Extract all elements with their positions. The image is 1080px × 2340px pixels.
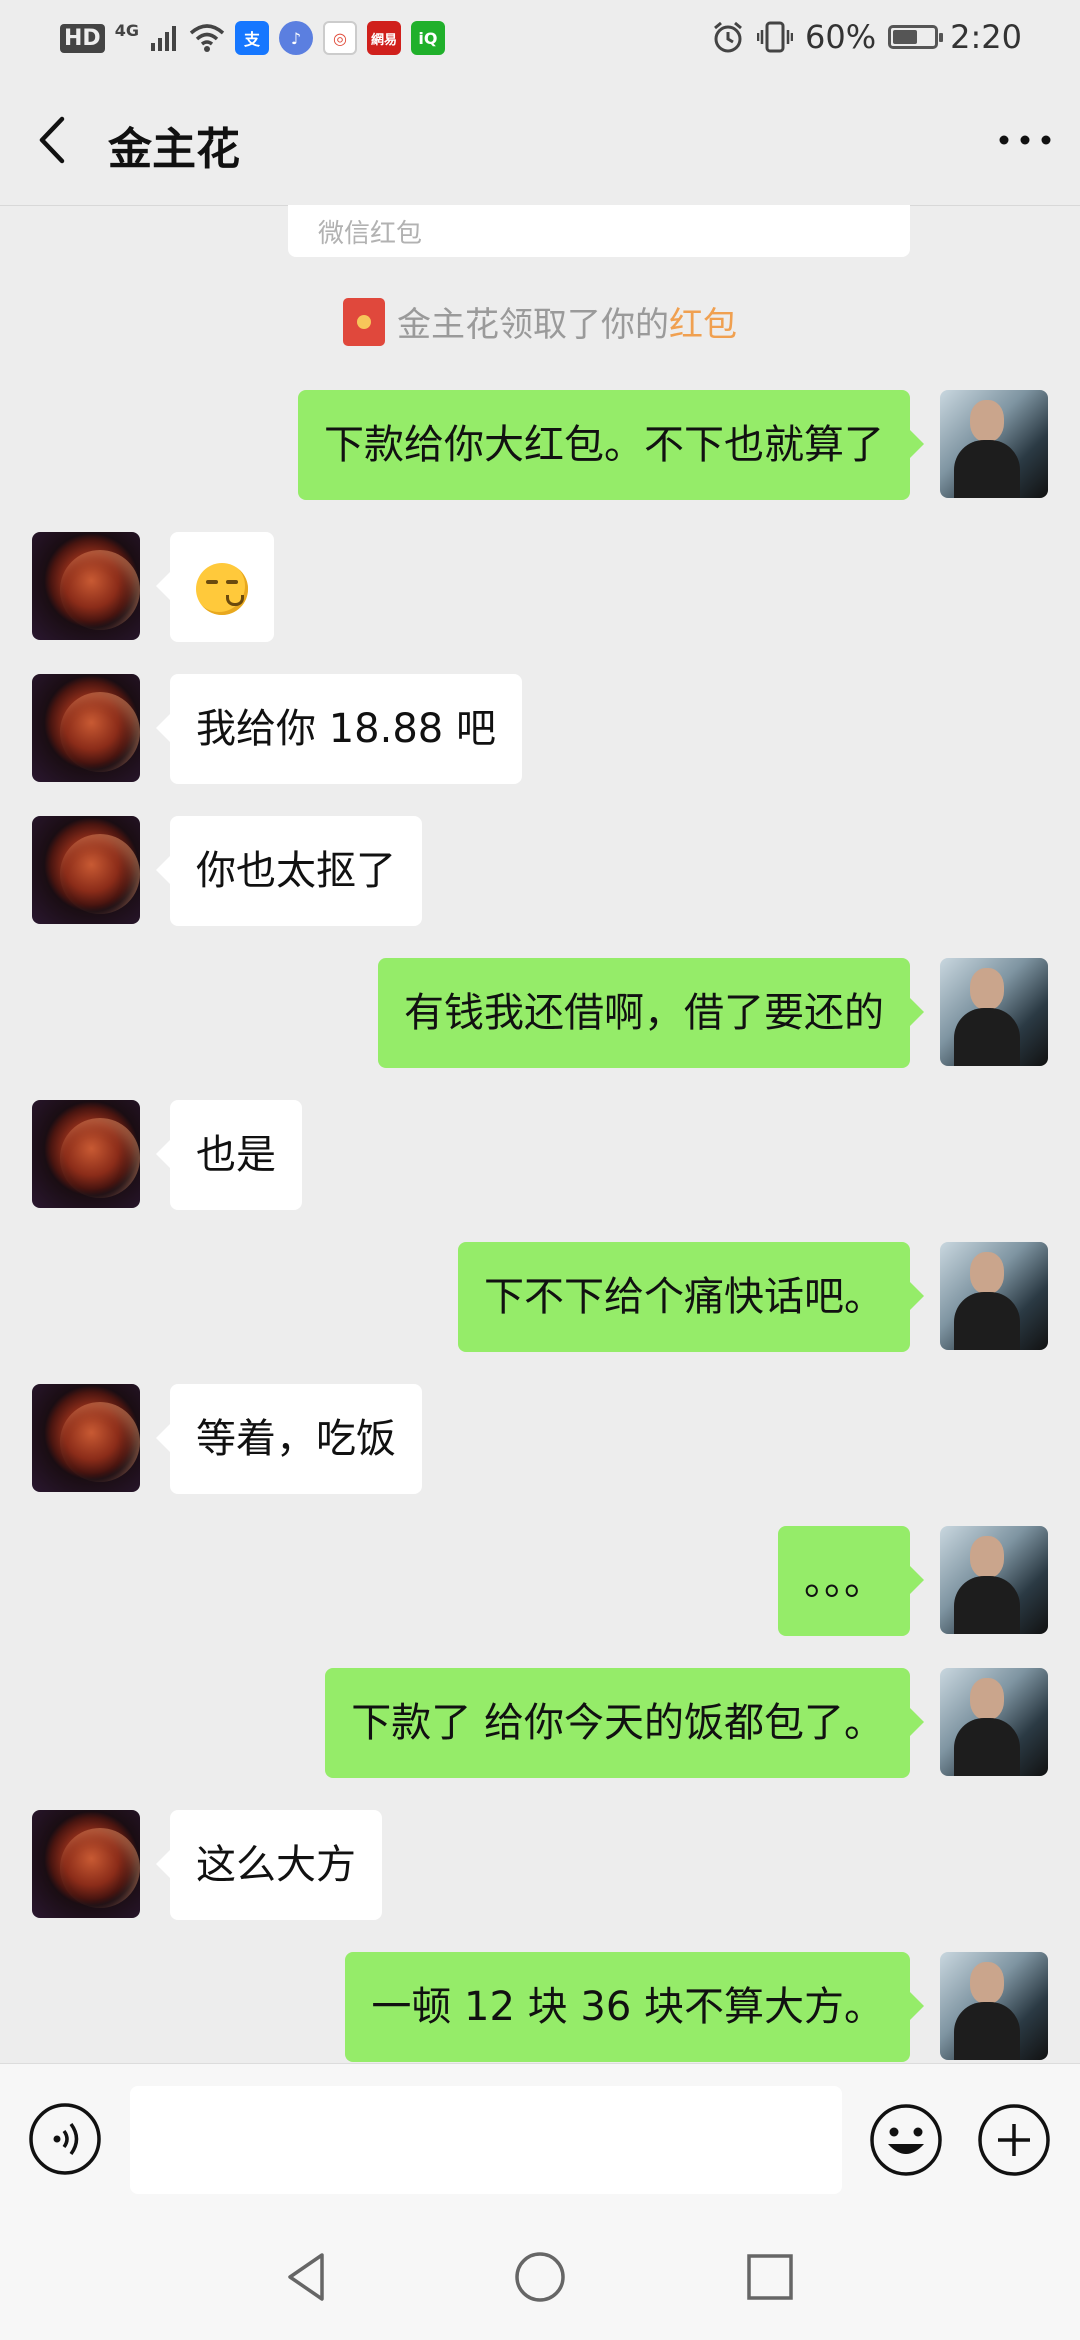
contact-avatar[interactable] [32, 1100, 140, 1208]
music-icon: ♪ [278, 21, 313, 55]
my-avatar[interactable] [940, 390, 1048, 498]
browser-icon: ◎ [322, 21, 357, 55]
message-text: 。。。 [804, 1558, 884, 1604]
sent-message: 下不下给个痛快话吧。 [0, 1242, 1080, 1352]
chat-header: 金主花 [0, 75, 1080, 206]
message-text: 等着，吃饭 [196, 1416, 396, 1462]
navigation-bar [0, 2215, 1080, 2340]
received-message: 也是 [0, 1100, 1080, 1210]
hd-indicator: HD [60, 23, 105, 53]
message-bubble[interactable]: 。。。 [778, 1526, 924, 1636]
my-avatar[interactable] [940, 1668, 1048, 1776]
message-text: 一顿 12 块 36 块不算大方。 [371, 1984, 884, 2030]
contact-avatar[interactable] [32, 816, 140, 924]
back-button[interactable] [20, 105, 90, 175]
sent-message: 下款给你大红包。不下也就算了 [0, 390, 1080, 500]
input-bar [0, 2063, 1080, 2216]
received-message [0, 532, 1080, 642]
red-packet-link[interactable]: 红包 [669, 305, 737, 345]
contact-avatar[interactable] [32, 1384, 140, 1492]
message-input[interactable] [130, 2086, 842, 2194]
received-message: 你也太抠了 [0, 816, 1080, 926]
chat-title: 金主花 [108, 124, 240, 175]
system-message: 金主花领取了你的红包 [0, 297, 1080, 346]
message-text: 有钱我还借啊，借了要还的 [404, 990, 884, 1036]
sent-message: 下款了 给你今天的饭都包了。 [0, 1668, 1080, 1778]
contact-avatar[interactable] [32, 674, 140, 782]
message-text: 你也太抠了 [196, 848, 396, 894]
iqiyi-icon: iQ [410, 21, 445, 55]
red-packet-card[interactable]: 微信红包 [288, 205, 910, 257]
message-bubble[interactable]: 我给你 18.88 吧 [156, 674, 522, 784]
message-text: 下不下给个痛快话吧。 [484, 1274, 884, 1320]
message-text: 这么大方 [196, 1842, 356, 1888]
chevron-left-icon [39, 116, 65, 164]
status-right: 60% 2:20 [711, 14, 1022, 60]
clock: 2:20 [950, 18, 1022, 56]
red-packet-icon [343, 297, 385, 346]
message-bubble[interactable]: 下不下给个痛快话吧。 [458, 1242, 924, 1352]
nav-back-button[interactable] [276, 2245, 340, 2309]
emoji-button[interactable] [868, 2102, 944, 2178]
received-message: 这么大方 [0, 1810, 1080, 1920]
message-bubble[interactable]: 你也太抠了 [156, 816, 422, 926]
recents-square-icon [747, 2254, 793, 2300]
battery-percent: 60% [805, 18, 877, 56]
emoji-icon [870, 2104, 942, 2176]
more-dots-icon [999, 135, 1051, 145]
battery-icon [888, 25, 944, 49]
my-avatar[interactable] [940, 1952, 1048, 2060]
sent-message: 一顿 12 块 36 块不算大方。 [0, 1952, 1080, 2062]
message-bubble[interactable]: 也是 [156, 1100, 302, 1210]
message-bubble[interactable] [156, 532, 274, 642]
network-type: 4G [114, 20, 139, 40]
message-text: 也是 [196, 1132, 276, 1178]
plus-button[interactable] [976, 2102, 1052, 2178]
contact-avatar[interactable] [32, 532, 140, 640]
message-bubble[interactable]: 下款给你大红包。不下也就算了 [298, 390, 924, 500]
message-bubble[interactable]: 这么大方 [156, 1810, 382, 1920]
alipay-icon: 支 [234, 21, 269, 55]
back-triangle-icon [288, 2253, 324, 2301]
message-text: 下款给你大红包。不下也就算了 [324, 422, 884, 468]
contact-avatar[interactable] [32, 1810, 140, 1918]
smirk-emoji [196, 563, 248, 615]
netease-icon: 網易 [366, 21, 401, 55]
sent-message: 有钱我还借啊，借了要还的 [0, 958, 1080, 1068]
sent-message: 。。。 [0, 1526, 1080, 1636]
received-message: 我给你 18.88 吧 [0, 674, 1080, 784]
alarm-icon [714, 21, 742, 53]
chat-area[interactable]: 微信红包 金主花领取了你的红包 下款给你大红包。不下也就算了我给你 18.88 … [0, 205, 1080, 2063]
status-left: HD 4G 支 ♪ ◎ 網易 iQ [60, 18, 445, 58]
vibrate-icon [757, 21, 794, 53]
signal-icon [150, 26, 176, 51]
more-button[interactable] [990, 105, 1060, 175]
message-bubble[interactable]: 一顿 12 块 36 块不算大方。 [345, 1952, 924, 2062]
wifi-icon [189, 24, 225, 52]
message-text: 我给你 18.88 吧 [196, 706, 496, 752]
message-bubble[interactable]: 下款了 给你今天的饭都包了。 [325, 1668, 924, 1778]
home-circle-icon [515, 2252, 565, 2302]
my-avatar[interactable] [940, 958, 1048, 1066]
message-bubble[interactable]: 有钱我还借啊，借了要还的 [378, 958, 924, 1068]
voice-icon [29, 2103, 101, 2175]
my-avatar[interactable] [940, 1526, 1048, 1634]
my-avatar[interactable] [940, 1242, 1048, 1350]
nav-home-button[interactable] [508, 2245, 572, 2309]
system-message-text: 金主花领取了你的 [397, 305, 669, 345]
message-bubble[interactable]: 等着，吃饭 [156, 1384, 422, 1494]
voice-button[interactable] [28, 2102, 102, 2176]
received-message: 等着，吃饭 [0, 1384, 1080, 1494]
message-text: 下款了 给你今天的饭都包了。 [351, 1700, 884, 1746]
status-bar: HD 4G 支 ♪ ◎ 網易 iQ 60% 2:20 [0, 0, 1080, 75]
plus-icon [978, 2104, 1050, 2176]
nav-recents-button[interactable] [738, 2245, 802, 2309]
